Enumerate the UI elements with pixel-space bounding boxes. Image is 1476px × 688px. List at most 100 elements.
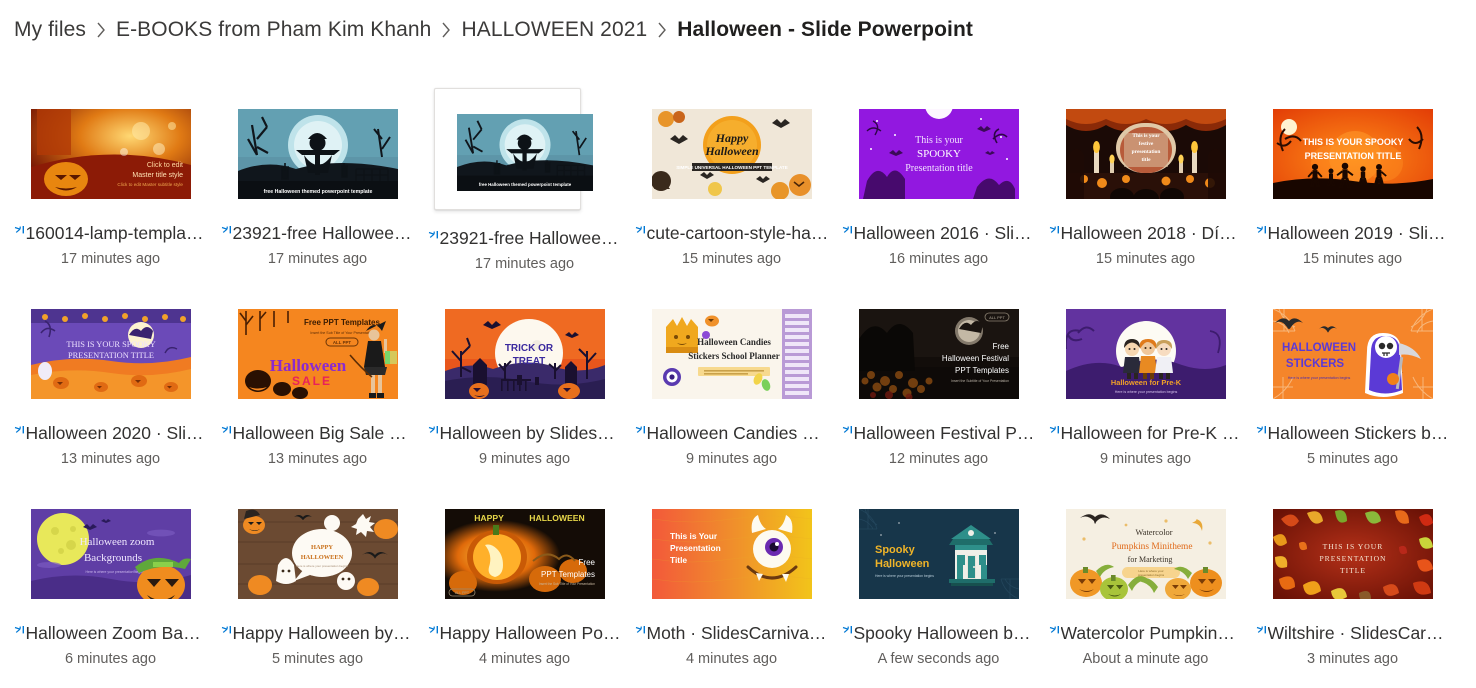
breadcrumb-item[interactable]: HALLOWEEN 2021: [459, 16, 649, 44]
file-tile[interactable]: Halloween for Pre-K Here is where your p…: [1042, 297, 1249, 497]
file-tile[interactable]: free Halloween themed powerpoint templat…: [421, 88, 628, 297]
file-thumbnail[interactable]: This is Your Presentation Title: [651, 509, 812, 599]
svg-text:ALL PPT: ALL PPT: [454, 591, 469, 595]
file-thumbnail[interactable]: free Halloween themed powerpoint templat…: [456, 114, 593, 191]
file-name-row: cute-cartoon-style-hallo...: [632, 222, 832, 244]
breadcrumb: My files E-BOOKS from Pham Kim Khanh HALLO…: [0, 0, 1476, 60]
file-tile[interactable]: ALL PPT Free Halloween Festival PPT Temp…: [835, 297, 1042, 497]
svg-text:Master title style: Master title style: [132, 172, 183, 179]
file-name-row: Halloween 2016 · Slides...: [839, 222, 1039, 244]
file-name[interactable]: Happy Halloween by Sli...: [233, 622, 415, 644]
file-thumbnail[interactable]: THIS IS YOUR PRESENTATION TITLE: [1272, 509, 1433, 599]
file-name-row: Happy Halloween by Sli...: [218, 622, 418, 644]
svg-text:free Halloween themed powerpoi: free Halloween themed powerpoint templat…: [478, 182, 571, 187]
file-thumbnail[interactable]: THIS IS YOUR SPOOKY PRESENTATION TITLE: [1272, 109, 1433, 199]
svg-text:Pumpkins Minitheme: Pumpkins Minitheme: [1111, 542, 1192, 552]
file-thumbnail[interactable]: free Halloween themed powerpoint templat…: [237, 109, 398, 199]
file-name-row: 23921-free Halloween t...: [425, 227, 625, 249]
file-modified-time: 17 minutes ago: [267, 251, 368, 267]
file-name[interactable]: Halloween Candies Stick...: [647, 422, 829, 444]
file-thumbnail[interactable]: Halloween for Pre-K Here is where your p…: [1065, 309, 1226, 399]
file-thumbnail[interactable]: Watercolor Pumpkins Minitheme for Market…: [1065, 509, 1226, 599]
svg-text:Halloween: Halloween: [704, 144, 759, 158]
file-tile[interactable]: This is Your Presentation Title Moth · S…: [628, 497, 835, 688]
file-name[interactable]: cute-cartoon-style-hallo...: [647, 222, 829, 244]
file-name[interactable]: Wiltshire · SlidesCarnival...: [1268, 622, 1450, 644]
file-thumbnail[interactable]: THIS IS YOUR SPOOKY PRESENTATION TITLE: [30, 309, 191, 399]
file-name-row: Halloween Festival Pow...: [839, 422, 1039, 444]
file-name[interactable]: Watercolor Pumpkins M...: [1061, 622, 1243, 644]
svg-text:Presentation: Presentation: [670, 543, 721, 553]
file-thumbnail[interactable]: Free PPT Templates Insert the Sub Title …: [237, 309, 398, 399]
file-tile[interactable]: THIS IS YOUR SPOOKY PRESENTATION TITLE Ha…: [7, 297, 214, 497]
file-tile[interactable]: TRICK OR TREAT Halloween by Slidesgo.... 9…: [421, 297, 628, 497]
file-name[interactable]: 23921-free Halloween t...: [233, 222, 415, 244]
file-thumbnail[interactable]: Halloween Candies Stickers School Planne…: [651, 309, 812, 399]
file-tile[interactable]: This is your SPOOKY Presentation title Ha…: [835, 97, 1042, 297]
file-tile[interactable]: This is your festive presentation title …: [1042, 97, 1249, 297]
file-name[interactable]: 23921-free Halloween t...: [440, 227, 622, 249]
file-name-row: Halloween Stickers by Sl...: [1253, 422, 1453, 444]
file-thumbnail[interactable]: This is your festive presentation title: [1065, 109, 1226, 199]
file-thumbnail[interactable]: HALLOWEEN STICKERS Here is where your pr…: [1272, 309, 1433, 399]
file-name[interactable]: Halloween 2018 · Día de...: [1061, 222, 1243, 244]
file-name[interactable]: Spooky Halloween by Sl...: [854, 622, 1036, 644]
file-tile[interactable]: Click to edit Master title style Click t…: [7, 97, 214, 297]
file-tile[interactable]: Free PPT Templates Insert the Sub Title …: [214, 297, 421, 497]
svg-text:ALL PPT: ALL PPT: [989, 315, 1005, 320]
file-tile[interactable]: THIS IS YOUR PRESENTATION TITLE Wiltshir…: [1249, 497, 1456, 688]
file-name[interactable]: Moth · SlidesCarnival.pptx: [647, 622, 829, 644]
file-thumbnail[interactable]: HAPPY HALLOWEEN Free PPT Templates Inser…: [444, 509, 605, 599]
file-name[interactable]: Halloween 2019 · Slides...: [1268, 222, 1450, 244]
file-name-row: Halloween Candies Stick...: [632, 422, 832, 444]
file-tile[interactable]: HALLOWEEN STICKERS Here is where your pr…: [1249, 297, 1456, 497]
file-tile[interactable]: THIS IS YOUR SPOOKY PRESENTATION TITLE Ha…: [1249, 97, 1456, 297]
file-name-row: 23921-free Halloween t...: [218, 222, 418, 244]
file-tile[interactable]: free Halloween themed powerpoint templat…: [214, 97, 421, 297]
chevron-right-icon: [88, 19, 114, 41]
svg-text:This is Your: This is Your: [670, 531, 718, 541]
svg-text:for Marketing: for Marketing: [1127, 555, 1172, 564]
file-tile[interactable]: Spooky Halloween Here is where your pres…: [835, 497, 1042, 688]
file-name[interactable]: Halloween 2020 · Slides...: [26, 422, 208, 444]
file-modified-time: 9 minutes ago: [478, 451, 571, 467]
file-modified-time: 5 minutes ago: [1306, 451, 1399, 467]
breadcrumb-item[interactable]: My files: [12, 16, 88, 44]
file-name[interactable]: Halloween Big Sale Pow...: [233, 422, 415, 444]
svg-text:Happy: Happy: [714, 131, 748, 145]
file-name[interactable]: Halloween Stickers by Sl...: [1268, 422, 1450, 444]
file-name[interactable]: Halloween Festival Pow...: [854, 422, 1036, 444]
breadcrumb-item[interactable]: E-BOOKS from Pham Kim Khanh: [114, 16, 433, 44]
file-name[interactable]: 160014-lamp-template-...: [26, 222, 208, 244]
file-tile[interactable]: Halloween zoom Backgrounds Here is where…: [7, 497, 214, 688]
svg-text:Here is where your presentatio: Here is where your presentation begins: [85, 570, 144, 574]
svg-text:Watercolor: Watercolor: [1135, 528, 1172, 537]
file-thumbnail[interactable]: This is your SPOOKY Presentation title: [858, 109, 1019, 199]
svg-text:HAPPY: HAPPY: [310, 544, 332, 551]
file-modified-time: 4 minutes ago: [478, 651, 571, 667]
file-thumbnail[interactable]: Happy Halloween SIMPLE UNIVERSAL HALLOWE…: [651, 109, 812, 199]
file-thumbnail[interactable]: HAPPY HALLOWEEN Here is where your prese…: [237, 509, 398, 599]
svg-text:Insert the Subtitle of Your Pr: Insert the Subtitle of Your Presentation: [951, 379, 1009, 383]
file-name[interactable]: Halloween 2016 · Slides...: [854, 222, 1036, 244]
file-name[interactable]: Halloween for Pre-K by ...: [1061, 422, 1243, 444]
file-tile[interactable]: Happy Halloween SIMPLE UNIVERSAL HALLOWE…: [628, 97, 835, 297]
file-name[interactable]: Halloween Zoom Backg...: [26, 622, 208, 644]
file-thumbnail[interactable]: ALL PPT Free Halloween Festival PPT Temp…: [858, 309, 1019, 399]
file-tile[interactable]: Watercolor Pumpkins Minitheme for Market…: [1042, 497, 1249, 688]
file-tile[interactable]: Halloween Candies Stickers School Planne…: [628, 297, 835, 497]
svg-text:Halloween for Pre-K: Halloween for Pre-K: [1110, 378, 1181, 387]
file-thumbnail[interactable]: Halloween zoom Backgrounds Here is where…: [30, 509, 191, 599]
file-modified-time: 12 minutes ago: [888, 451, 989, 467]
file-name-row: Halloween Zoom Backg...: [11, 622, 211, 644]
file-name[interactable]: Happy Halloween Powe...: [440, 622, 622, 644]
file-thumbnail[interactable]: TRICK OR TREAT: [444, 309, 605, 399]
file-tile[interactable]: HAPPY HALLOWEEN Here is where your prese…: [214, 497, 421, 688]
svg-text:PRESENTATION TITLE: PRESENTATION TITLE: [1304, 151, 1401, 161]
svg-text:SALE: SALE: [291, 374, 331, 388]
file-tile[interactable]: HAPPY HALLOWEEN Free PPT Templates Inser…: [421, 497, 628, 688]
svg-text:THIS IS YOUR SPOOKY: THIS IS YOUR SPOOKY: [66, 340, 155, 349]
file-thumbnail[interactable]: Spooky Halloween Here is where your pres…: [858, 509, 1019, 599]
file-name[interactable]: Halloween by Slidesgo....: [440, 422, 622, 444]
file-thumbnail[interactable]: Click to edit Master title style Click t…: [30, 109, 191, 199]
